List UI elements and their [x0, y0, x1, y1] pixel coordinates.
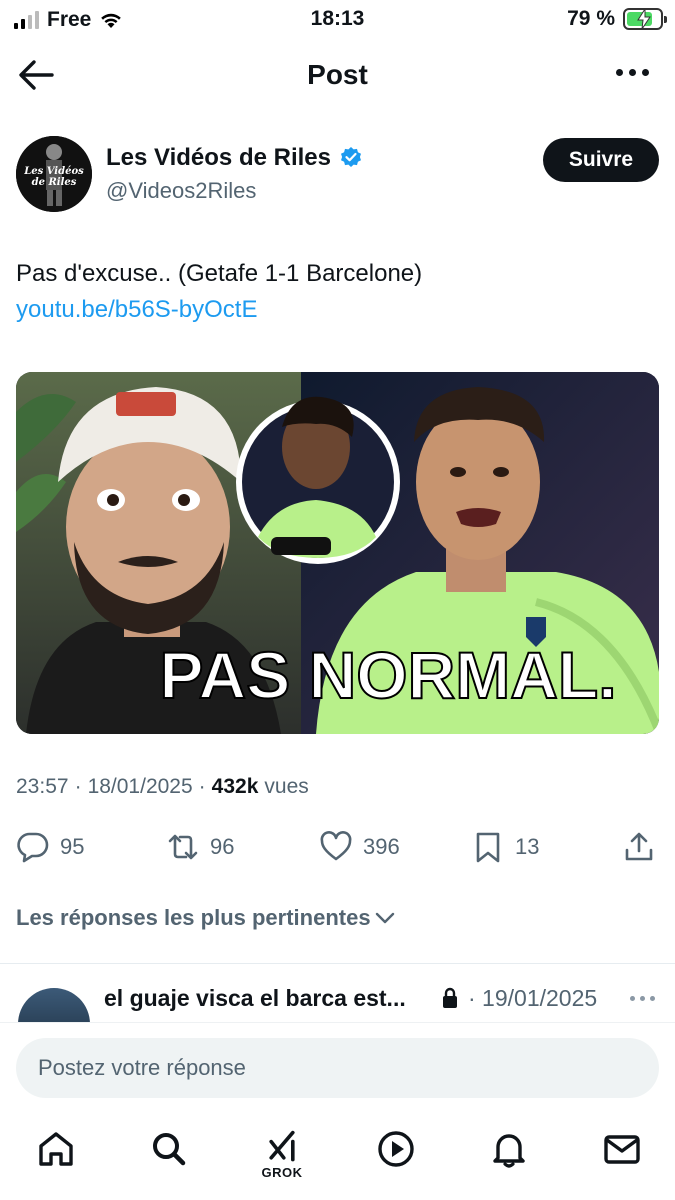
dot-icon — [640, 996, 645, 1001]
avatar-logo-text: Les Vidéos de Riles — [24, 166, 84, 188]
bottom-tab-bar: GROK — [0, 1125, 675, 1195]
repost-button[interactable]: 96 — [166, 830, 234, 864]
repost-count: 96 — [210, 834, 235, 859]
reply-item[interactable]: el guaje visca el barca est... · 19/01/2… — [0, 978, 675, 1024]
author-handle[interactable]: @Videos2Riles — [106, 178, 256, 204]
bell-icon — [493, 1134, 525, 1168]
separator: · — [74, 775, 82, 798]
author-name-row: Les Vidéos de Riles — [106, 144, 363, 172]
dot-icon — [642, 69, 649, 76]
envelope-icon — [604, 1135, 640, 1164]
views-count: 432k — [211, 775, 259, 798]
tab-grok[interactable]: GROK — [252, 1129, 312, 1189]
bookmark-button[interactable]: 13 — [471, 830, 539, 864]
dot-icon — [616, 69, 623, 76]
reply-avatar[interactable] — [18, 988, 90, 1024]
grok-icon — [269, 1130, 295, 1162]
thumbnail-caption: PAS NORMAL. — [159, 638, 616, 712]
page-title: Post — [307, 59, 368, 90]
post-actions: 95 96 396 13 — [16, 830, 659, 870]
battery-icon — [623, 8, 667, 30]
reply-input[interactable]: Postez votre réponse — [16, 1038, 659, 1098]
top-header: Post — [0, 45, 675, 105]
separator: · — [198, 775, 206, 798]
play-circle-icon — [378, 1131, 414, 1167]
reply-bubble-icon — [17, 832, 49, 863]
repost-icon — [168, 834, 198, 860]
tab-video[interactable] — [366, 1129, 426, 1189]
charging-bolt-icon — [637, 9, 651, 29]
reply-count: 95 — [60, 834, 85, 859]
author-name[interactable]: Les Vidéos de Riles — [106, 144, 331, 172]
post-meta: 23:57 · 18/01/2025 · 432k vues — [16, 775, 309, 799]
post-text: Pas d'excuse.. (Getafe 1-1 Barcelone) — [16, 260, 423, 287]
tab-home[interactable] — [26, 1129, 86, 1189]
share-icon — [625, 832, 653, 861]
more-options-button[interactable] — [616, 69, 649, 76]
dot-icon — [629, 69, 636, 76]
post-time: 23:57 — [16, 775, 69, 798]
like-count: 396 — [363, 834, 400, 859]
bookmark-icon — [476, 832, 500, 863]
status-bar: Free 18:13 79 % — [0, 0, 675, 40]
bookmark-count: 13 — [515, 834, 540, 859]
replies-sort-dropdown[interactable]: Les réponses les plus pertinentes — [16, 905, 395, 931]
tab-messages[interactable] — [592, 1129, 652, 1189]
chevron-down-icon — [375, 912, 394, 924]
author-avatar[interactable]: Les Vidéos de Riles — [16, 136, 92, 212]
sort-label: Les réponses les plus pertinentes — [16, 905, 371, 930]
dot-icon — [650, 996, 655, 1001]
post-link[interactable]: youtu.be/b56S-byOctE — [16, 296, 257, 324]
heart-icon — [320, 831, 352, 861]
share-button[interactable] — [622, 830, 656, 864]
status-right: 79 % — [567, 7, 667, 31]
views-label: vues — [264, 775, 309, 798]
battery-percent: 79 % — [567, 7, 615, 30]
follow-button[interactable]: Suivre — [543, 138, 659, 182]
verified-badge-icon — [341, 147, 361, 167]
post-author: Les Vidéos de Riles Les Vidéos de Riles … — [16, 136, 659, 216]
reply-author-name[interactable]: el guaje visca el barca est... — [104, 985, 406, 1012]
dot-icon — [630, 996, 635, 1001]
tab-search[interactable] — [139, 1129, 199, 1189]
lock-icon — [443, 987, 457, 1008]
grok-label: GROK — [261, 1165, 303, 1180]
like-button[interactable]: 396 — [319, 830, 400, 864]
reply-more-button[interactable] — [630, 996, 655, 1001]
post-date: 18/01/2025 — [87, 775, 193, 798]
reply-button[interactable]: 95 — [16, 830, 84, 864]
divider — [0, 963, 675, 964]
tab-notifications[interactable] — [479, 1129, 539, 1189]
home-icon — [39, 1132, 73, 1166]
thumbnail-image: PAS NORMAL. — [16, 372, 659, 734]
post-media-thumbnail[interactable]: PAS NORMAL. — [16, 372, 659, 734]
reply-date: · 19/01/2025 — [468, 985, 598, 1011]
search-icon — [153, 1133, 186, 1166]
